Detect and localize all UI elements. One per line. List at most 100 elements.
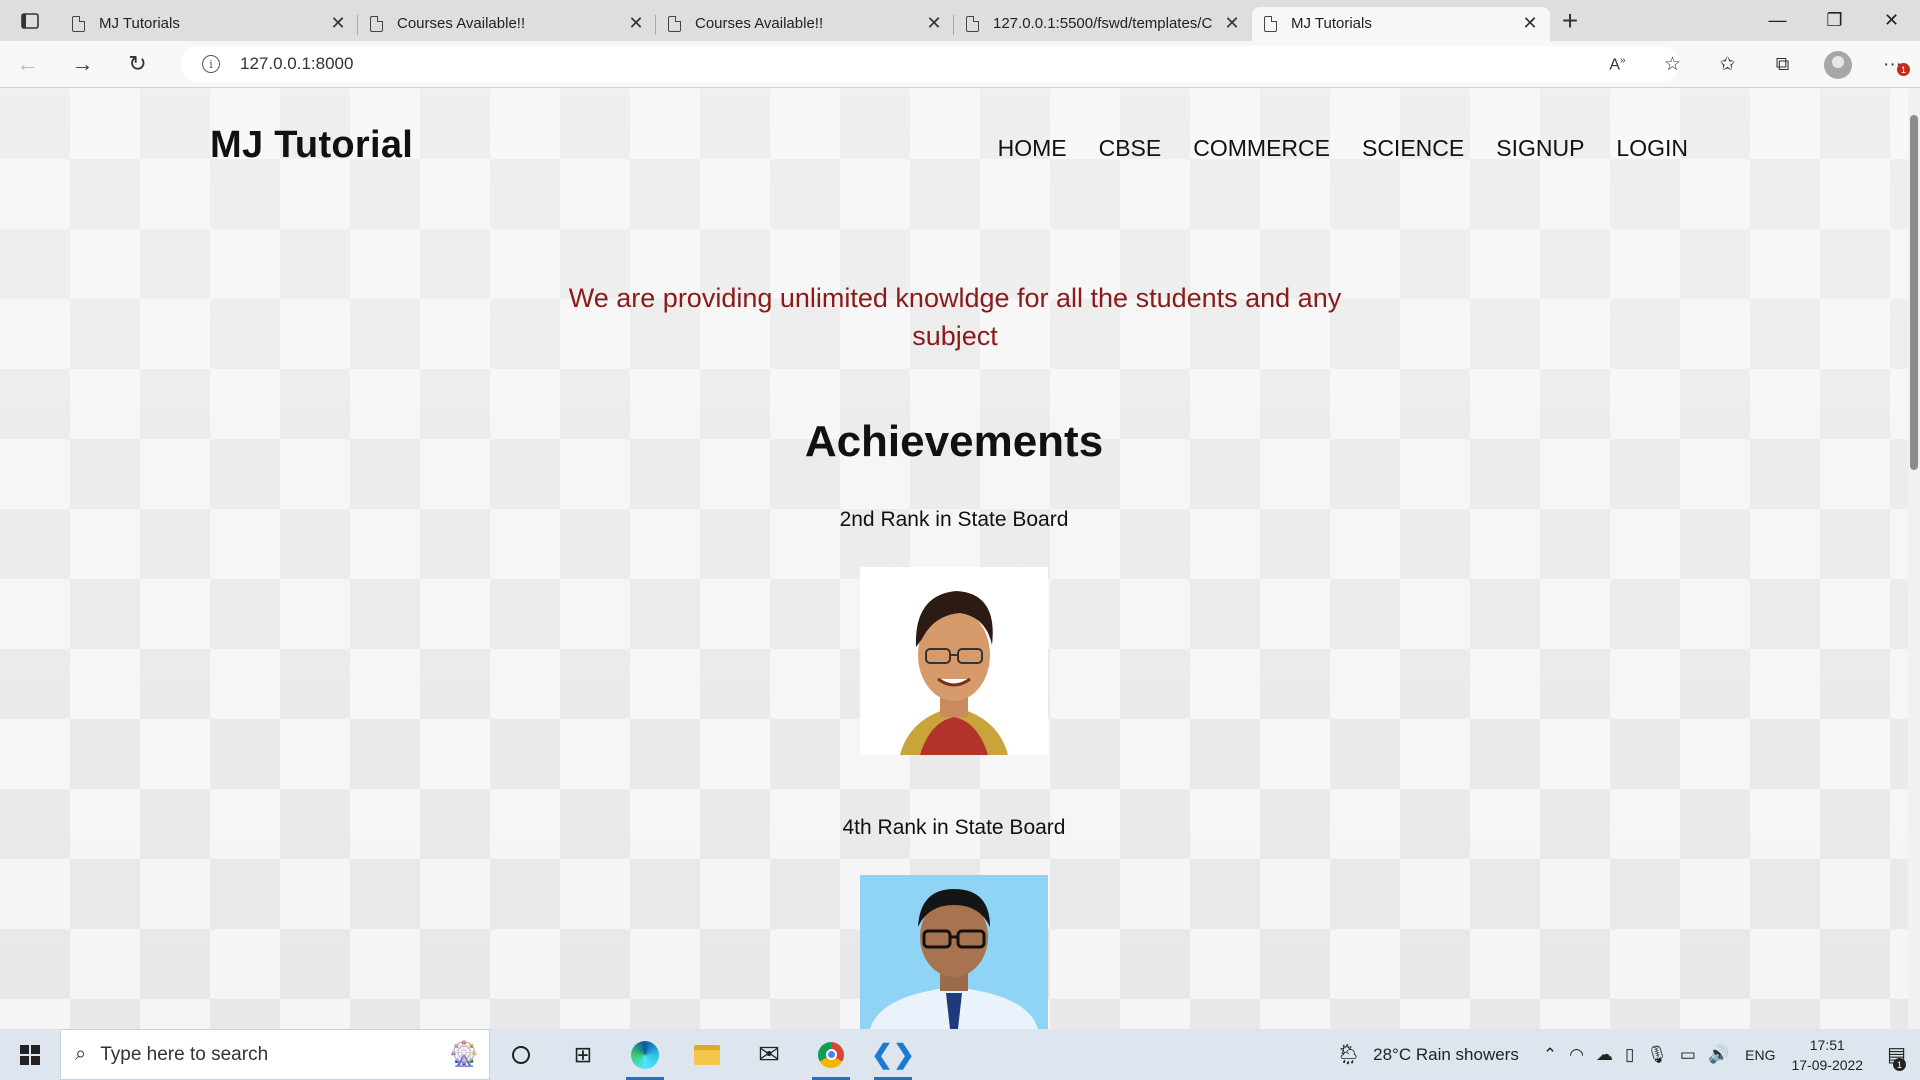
favorites-list-icon: ✩ [1719,54,1736,75]
windows-taskbar: ⌕ Type here to search 🎡 ⊞ ✉ ❮❯ 🌦 28°C Ra… [0,1029,1920,1080]
nav-signup-link[interactable]: SIGNUP [1496,135,1584,162]
folder-icon [694,1044,720,1065]
close-icon: ✕ [1883,10,1900,30]
close-tab-icon[interactable]: ✕ [330,13,346,34]
taskbar-search-box[interactable]: ⌕ Type here to search 🎡 [60,1029,490,1080]
browser-toolbar: ← → ↻ i 127.0.0.1:8000 A» ☆ ✩ ⧉ ··· 1 [0,41,1920,88]
back-button[interactable]: ← [0,41,55,88]
weather-icon[interactable]: 🌦 [1336,1042,1361,1067]
close-window-button[interactable]: ✕ [1863,0,1920,41]
search-icon: ⌕ [75,1043,87,1065]
nav-home-link[interactable]: HOME [998,135,1067,162]
close-tab-icon[interactable]: ✕ [1224,13,1240,34]
chrome-icon [818,1041,844,1068]
minimize-button[interactable]: — [1749,0,1806,41]
notification-badge: 1 [1897,63,1910,76]
browser-tab[interactable]: 127.0.0.1:5500/fswd/templates/C ✕ [954,7,1252,41]
file-explorer-button[interactable] [676,1029,738,1080]
add-favorite-button[interactable]: ☆ [1645,41,1700,88]
nav-science-link[interactable]: SCIENCE [1362,135,1464,162]
tab-actions-icon [21,12,39,29]
clock[interactable]: 17:51 17-09-2022 [1791,1035,1863,1075]
network-icon[interactable]: ◠ [1569,1045,1584,1065]
profile-button[interactable] [1810,41,1865,88]
minimize-icon: — [1768,10,1787,30]
tab-title: MJ Tutorials [1291,15,1372,32]
info-icon[interactable]: i [202,55,220,73]
edge-taskbar-button[interactable] [614,1029,676,1080]
page-scrollbar[interactable] [1908,89,1920,1029]
address-bar[interactable]: i 127.0.0.1:8000 [180,46,1680,82]
nav-commerce-link[interactable]: COMMERCE [1193,135,1330,162]
browser-tab-active[interactable]: MJ Tutorials ✕ [1252,6,1550,41]
browser-tab[interactable]: Courses Available!! ✕ [656,7,954,41]
student-photo-1 [860,567,1048,755]
notification-badge: 1 [1893,1058,1906,1071]
cortana-button[interactable] [490,1029,552,1080]
nav-cbse-link[interactable]: CBSE [1099,135,1162,162]
site-brand[interactable]: MJ Tutorial [210,124,413,167]
task-view-icon: ⊞ [573,1041,593,1067]
forward-button[interactable]: → [55,41,110,88]
chrome-taskbar-button[interactable] [800,1029,862,1080]
page-icon [72,15,85,32]
windows-logo-icon [20,1044,40,1065]
battery-icon[interactable]: ▭ [1680,1045,1696,1065]
tab-title: Courses Available!! [695,15,824,32]
page-icon [966,15,979,32]
arrow-left-icon: ← [16,51,39,76]
web-page: MJ Tutorial HOME CBSE COMMERCE SCIENCE S… [0,89,1908,1029]
mail-button[interactable]: ✉ [738,1029,800,1080]
notifications-button[interactable]: ▤ 1 [1887,1042,1906,1071]
read-aloud-button[interactable]: A» [1590,41,1645,88]
chevron-up-icon[interactable]: ⌃ [1543,1045,1557,1065]
tab-title: MJ Tutorials [99,15,180,32]
restore-button[interactable]: ❐ [1806,0,1863,41]
close-tab-icon[interactable]: ✕ [628,13,644,34]
device-icon[interactable]: ▯ [1625,1045,1634,1065]
tagline: We are providing unlimited knowldge for … [568,283,1342,351]
restore-icon: ❐ [1826,10,1843,30]
clock-time: 17:51 [1809,1036,1845,1053]
vscode-taskbar-button[interactable]: ❮❯ [862,1029,924,1080]
student-photo-2 [860,875,1048,1029]
arrow-right-icon: → [71,51,94,76]
avatar-icon [1823,50,1852,79]
page-icon [370,15,383,32]
scrollbar-thumb[interactable] [1910,115,1918,470]
favorites-button[interactable]: ✩ [1700,41,1755,88]
cortana-icon [512,1045,530,1064]
plus-icon: + [1561,4,1579,36]
microphone-icon[interactable]: 🎙 [1646,1045,1668,1065]
browser-tab[interactable]: MJ Tutorials ✕ [60,7,358,41]
language-indicator[interactable]: ENG [1745,1047,1775,1063]
achievements-heading: Achievements [804,417,1104,466]
nav-login-link[interactable]: LOGIN [1616,135,1688,162]
collections-icon: ⧉ [1775,53,1790,75]
onedrive-icon[interactable]: ☁ [1596,1045,1613,1065]
browser-tab[interactable]: Courses Available!! ✕ [358,7,656,41]
achievement-caption: 2nd Rank in State Board [839,508,1069,531]
collections-button[interactable]: ⧉ [1755,41,1810,88]
start-button[interactable] [0,1029,60,1080]
page-icon [1264,15,1277,32]
task-view-button[interactable]: ⊞ [552,1029,614,1080]
close-tab-icon[interactable]: ✕ [926,13,942,34]
vscode-icon: ❮❯ [871,1039,915,1069]
achievement-caption: 4th Rank in State Board [842,816,1066,839]
more-menu-button[interactable]: ··· 1 [1865,41,1920,88]
volume-icon[interactable]: 🔊 [1708,1045,1729,1065]
window-controls: — ❐ ✕ [1749,0,1920,41]
screen: MJ Tutorials ✕ Courses Available!! ✕ Cou… [0,0,1920,1080]
close-tab-icon[interactable]: ✕ [1522,13,1538,34]
refresh-button[interactable]: ↻ [110,41,165,88]
weather-text[interactable]: 28°C Rain showers [1373,1045,1519,1065]
url-text: 127.0.0.1:8000 [240,54,354,73]
new-tab-button[interactable]: + [1550,0,1590,41]
mail-icon: ✉ [758,1039,780,1069]
system-tray: 🌦 28°C Rain showers ⌃ ◠ ☁ ▯ 🎙 ▭ 🔊 ENG 17… [1330,1029,1920,1080]
read-aloud-icon: A» [1609,54,1626,74]
tab-actions-button[interactable] [0,0,60,41]
tab-title: Courses Available!! [397,15,526,32]
tab-strip: MJ Tutorials ✕ Courses Available!! ✕ Cou… [0,0,1920,41]
